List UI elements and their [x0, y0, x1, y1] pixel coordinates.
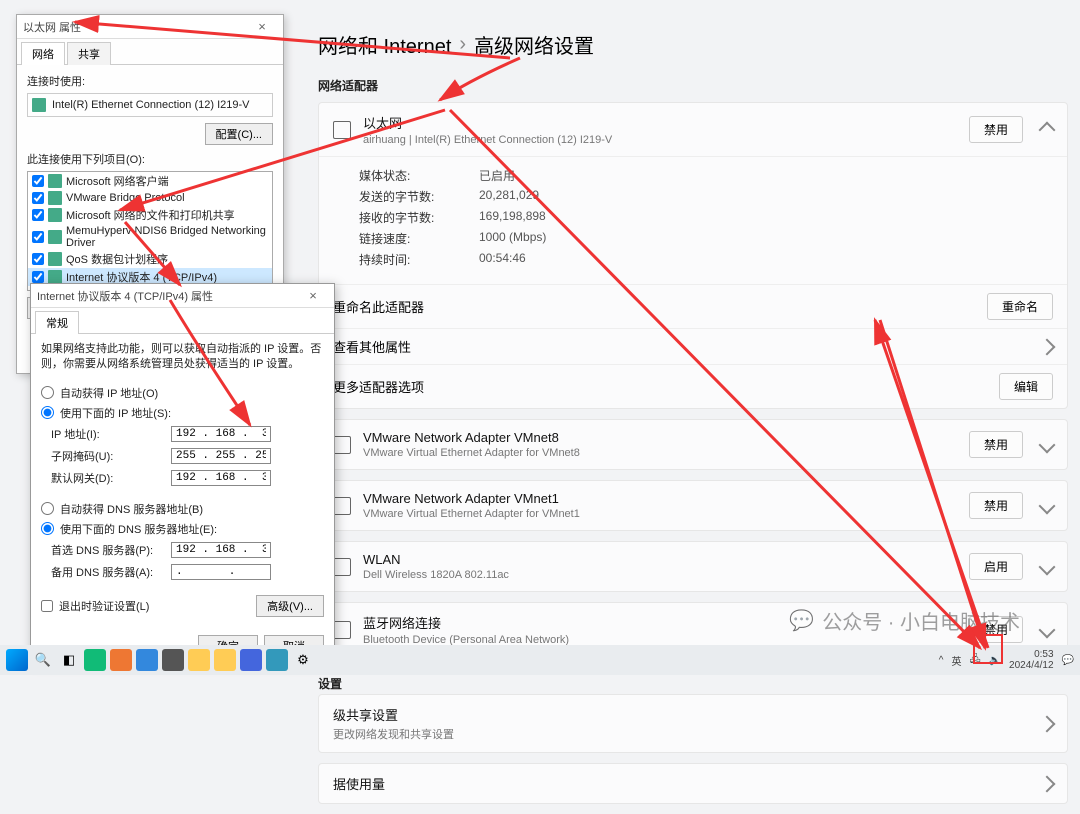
dialog-title: Internet 协议版本 4 (TCP/IPv4) 属性: [37, 288, 213, 304]
disable-button[interactable]: 禁用: [969, 431, 1023, 458]
proto-icon: [48, 191, 62, 205]
subnet-mask-input[interactable]: [171, 448, 271, 464]
edit-button[interactable]: 编辑: [999, 373, 1053, 400]
edge-icon[interactable]: [84, 649, 106, 671]
section-label: 网络适配器: [318, 77, 1068, 94]
proto-icon: [48, 174, 62, 188]
explorer-icon[interactable]: [188, 649, 210, 671]
app-icon[interactable]: [240, 649, 262, 671]
validate-checkbox[interactable]: [41, 600, 53, 612]
adapter-card: VMware Network Adapter VMnet8VMware Virt…: [318, 419, 1068, 470]
wechat-icon: 💬: [789, 608, 814, 633]
card-head[interactable]: 以太网 airhuang | Intel(R) Ethernet Connect…: [319, 103, 1067, 156]
clock-time[interactable]: 0:53: [1009, 649, 1054, 660]
more-options-row: 更多适配器选项 编辑: [319, 364, 1067, 408]
close-icon[interactable]: ×: [298, 288, 328, 303]
breadcrumb-a[interactable]: 网络和 Internet: [318, 30, 451, 59]
app-icon[interactable]: [266, 649, 288, 671]
ethernet-icon: [333, 121, 351, 139]
breadcrumb-b: 高级网络设置: [474, 30, 594, 59]
proto-icon: [48, 252, 62, 266]
volume-tray-icon[interactable]: 🔈: [989, 655, 1001, 666]
dialog-title: 以太网 属性: [23, 19, 81, 35]
clock-date: 2024/4/12: [1009, 660, 1054, 671]
rename-button[interactable]: 重命名: [987, 293, 1053, 320]
sharing-card[interactable]: 级共享设置更改网络发现和共享设置: [318, 694, 1068, 753]
dns1-input[interactable]: [171, 542, 271, 558]
radio-auto-dns[interactable]: [41, 502, 54, 515]
radio-auto-ip[interactable]: [41, 386, 54, 399]
rename-row: 重命名此适配器 重命名: [319, 284, 1067, 328]
other-props-row[interactable]: 查看其他属性: [319, 328, 1067, 364]
radio-manual-dns[interactable]: [41, 522, 54, 535]
dns2-input[interactable]: [171, 564, 271, 580]
app-icon[interactable]: [162, 649, 184, 671]
enable-button[interactable]: 启用: [969, 553, 1023, 580]
advanced-button[interactable]: 高级(V)...: [256, 595, 324, 617]
gateway-input[interactable]: [171, 470, 271, 486]
network-tray-icon[interactable]: 🖧: [969, 652, 980, 669]
system-tray[interactable]: ^ 英 🖧 🔈 0:53 2024/4/12 💬: [939, 649, 1074, 671]
proto-icon: [48, 230, 62, 244]
protocol-list[interactable]: Microsoft 网络客户端 VMware Bridge Protocol M…: [27, 171, 273, 291]
ip-address-input[interactable]: [171, 426, 271, 442]
app-icon[interactable]: [110, 649, 132, 671]
chevron-right-icon: [1039, 775, 1056, 792]
breadcrumb: 网络和 Internet › 高级网络设置: [318, 30, 1068, 59]
nic-icon: [32, 98, 46, 112]
adapter-ethernet: 以太网 airhuang | Intel(R) Ethernet Connect…: [318, 102, 1068, 409]
search-icon[interactable]: 🔍: [32, 649, 54, 671]
adapter-card: VMware Network Adapter VMnet1VMware Virt…: [318, 480, 1068, 531]
network-icon: [333, 436, 351, 454]
chevron-down-icon: [1039, 436, 1056, 453]
disable-button[interactable]: 禁用: [969, 116, 1023, 143]
tab-network[interactable]: 网络: [21, 42, 65, 65]
chevron-right-icon: [1039, 338, 1056, 355]
adapter-name: 以太网: [363, 113, 957, 132]
chevron-down-icon: [1039, 558, 1056, 575]
notification-icon[interactable]: 💬: [1062, 655, 1074, 666]
bluetooth-icon: [333, 621, 351, 639]
tab-sharing[interactable]: 共享: [67, 42, 111, 65]
chevron-right-icon: ›: [459, 33, 466, 56]
settings-panel: 网络和 Internet › 高级网络设置 网络适配器 以太网 airhuang…: [318, 30, 1068, 814]
chevron-down-icon: [1039, 621, 1056, 638]
chevron-up-icon: [1039, 121, 1056, 138]
ipv4-properties-dialog: Internet 协议版本 4 (TCP/IPv4) 属性× 常规 如果网络支持…: [30, 283, 335, 663]
wifi-icon: [333, 558, 351, 576]
app-icon[interactable]: [136, 649, 158, 671]
data-usage-card[interactable]: 据使用量: [318, 763, 1068, 804]
proto-icon: [48, 208, 62, 222]
ethernet-details: 媒体状态:已启用 发送的字节数:20,281,029 接收的字节数:169,19…: [319, 156, 1067, 284]
watermark: 💬 公众号 · 小白电脑技术: [789, 606, 1020, 635]
radio-manual-ip[interactable]: [41, 406, 54, 419]
chevron-right-icon: [1039, 715, 1056, 732]
adapter-card: WLANDell Wireless 1820A 802.11ac启用: [318, 541, 1068, 592]
ime-icon[interactable]: 英: [951, 653, 961, 668]
network-icon: [333, 497, 351, 515]
tray-chevron-icon[interactable]: ^: [939, 655, 944, 666]
taskview-icon[interactable]: ◧: [58, 649, 80, 671]
settings-icon[interactable]: ⚙: [292, 649, 314, 671]
proto-icon: [48, 270, 62, 284]
configure-button[interactable]: 配置(C)...: [205, 123, 273, 145]
close-icon[interactable]: ×: [247, 19, 277, 34]
start-button[interactable]: [6, 649, 28, 671]
chevron-down-icon: [1039, 497, 1056, 514]
taskbar: 🔍 ◧ ⚙ ^ 英 🖧 🔈 0:53 2024/4/12 💬: [0, 645, 1080, 675]
disable-button[interactable]: 禁用: [969, 492, 1023, 519]
tab-general[interactable]: 常规: [35, 311, 79, 334]
adapter-sub: airhuang | Intel(R) Ethernet Connection …: [363, 134, 957, 146]
app-icon[interactable]: [214, 649, 236, 671]
